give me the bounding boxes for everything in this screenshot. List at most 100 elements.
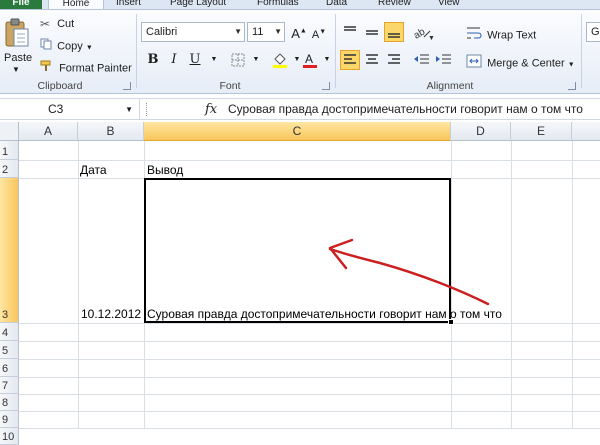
alignment-group-label: Alignment: [426, 80, 474, 92]
align-bottom-button[interactable]: [384, 22, 404, 42]
cell-c2[interactable]: Вывод: [147, 163, 183, 177]
decrease-indent-button[interactable]: [412, 50, 432, 70]
shrink-font-button[interactable]: A▼: [309, 22, 329, 42]
ribbon-tab-bar: File Home Insert Page Layout Formulas Da…: [0, 0, 600, 10]
tab-page-layout[interactable]: Page Layout: [170, 0, 226, 9]
align-center-button[interactable]: [362, 50, 382, 70]
formula-input[interactable]: Суровая правда достопримечательности гов…: [228, 99, 600, 120]
column-header-e[interactable]: E: [511, 122, 572, 141]
group-separator: [335, 14, 336, 88]
font-color-dropdown-icon[interactable]: ▼: [317, 50, 337, 70]
insert-function-icon[interactable]: fx: [205, 99, 217, 120]
merge-center-dropdown-icon[interactable]: ▼: [568, 61, 575, 68]
merge-cells-icon: [466, 54, 484, 73]
paintbrush-icon: [40, 60, 56, 77]
row-header-8[interactable]: 8: [0, 394, 19, 411]
font-name-select[interactable]: Calibri ▼: [141, 22, 245, 42]
formula-bar: C3 ▼ fx Суровая правда достопримечательн…: [0, 98, 600, 120]
cell-b2[interactable]: Дата: [80, 163, 107, 177]
name-box[interactable]: C3 ▼: [0, 99, 140, 120]
column-header-a[interactable]: A: [19, 122, 78, 141]
borders-button[interactable]: [228, 50, 248, 70]
borders-dropdown-icon[interactable]: ▼: [246, 50, 266, 70]
column-header-b[interactable]: B: [78, 122, 144, 141]
underline-dropdown-icon[interactable]: ▼: [204, 50, 224, 70]
font-size-select[interactable]: 11 ▼: [247, 22, 285, 42]
align-top-button[interactable]: [340, 22, 360, 42]
number-format-value: Ge: [591, 26, 600, 38]
alignment-dialog-launcher-icon[interactable]: [568, 82, 576, 90]
svg-text:A: A: [305, 52, 313, 66]
grid-line: [78, 141, 79, 429]
grid-line: [19, 359, 600, 360]
bold-button[interactable]: B: [143, 50, 163, 70]
row-header-5[interactable]: 5: [0, 341, 19, 359]
clipboard-group-label: Clipboard: [37, 80, 83, 92]
tab-data[interactable]: Data: [326, 0, 347, 9]
tab-insert[interactable]: Insert: [116, 0, 141, 9]
tab-home[interactable]: Home: [48, 0, 104, 9]
underline-button[interactable]: U: [185, 50, 205, 70]
font-dialog-launcher-icon[interactable]: [322, 82, 330, 90]
row-number: 8: [2, 397, 9, 409]
font-group-label: Font: [219, 80, 241, 92]
tab-view[interactable]: View: [438, 0, 460, 9]
row-number: 2: [2, 164, 9, 176]
name-box-value: C3: [48, 102, 64, 116]
cut-button[interactable]: ✂ Cut: [40, 16, 74, 32]
copy-icon: [40, 38, 54, 55]
wrap-text-button[interactable]: Wrap Text: [466, 26, 536, 45]
grid-line: [451, 141, 452, 429]
scissors-icon: ✂: [40, 17, 51, 32]
paste-button[interactable]: Paste ▼: [2, 18, 32, 76]
row-header-2[interactable]: 2: [0, 160, 19, 178]
tab-formulas[interactable]: Formulas: [257, 0, 299, 9]
select-all-corner[interactable]: [0, 122, 19, 141]
increase-indent-icon: [436, 54, 451, 64]
tab-review[interactable]: Review: [378, 0, 411, 9]
cut-label: Cut: [57, 18, 75, 30]
grid-line: [19, 394, 600, 395]
chevron-down-icon: ▼: [234, 27, 242, 36]
row-header-9[interactable]: 9: [0, 411, 19, 428]
row-header-10[interactable]: 10: [0, 428, 19, 445]
tab-file[interactable]: File: [0, 0, 42, 9]
svg-text:ab: ab: [412, 26, 427, 41]
row-header-4[interactable]: 4: [0, 323, 19, 341]
align-left-button[interactable]: [340, 50, 360, 70]
shrink-font-icon: A▼: [311, 28, 327, 41]
clipboard-dialog-launcher-icon[interactable]: [123, 82, 131, 90]
paint-bucket-icon: [273, 53, 287, 68]
formula-bar-grip[interactable]: [146, 103, 148, 116]
copy-dropdown-icon[interactable]: ▼: [86, 44, 93, 51]
chevron-down-icon: ▼: [274, 27, 282, 36]
row-header-6[interactable]: 6: [0, 359, 19, 377]
row-header-7[interactable]: 7: [0, 377, 19, 394]
merge-center-button[interactable]: Merge & Center ▼: [466, 54, 575, 73]
font-color-icon: A: [303, 52, 317, 68]
grow-font-icon: A▲: [291, 26, 307, 42]
row-header-3[interactable]: 3: [0, 178, 19, 323]
italic-button[interactable]: I: [164, 50, 184, 70]
increase-indent-button[interactable]: [434, 50, 454, 70]
copy-button[interactable]: Copy ▼: [40, 38, 93, 56]
row-header-1[interactable]: 1: [0, 141, 19, 160]
cell-b3[interactable]: 10.12.2012: [81, 307, 141, 321]
column-header-c[interactable]: C: [144, 122, 451, 141]
align-right-icon: [388, 54, 400, 64]
grow-font-button[interactable]: A▲: [289, 22, 309, 42]
column-header-d[interactable]: D: [451, 122, 511, 141]
text-orientation-icon: ab ▼: [412, 26, 435, 42]
decrease-indent-icon: [414, 54, 429, 64]
number-format-select[interactable]: Ge: [586, 22, 600, 42]
format-painter-button[interactable]: Format Painter: [40, 60, 132, 77]
paste-dropdown-icon[interactable]: ▼: [12, 62, 20, 78]
orientation-button[interactable]: ab ▼: [412, 22, 435, 42]
align-right-button[interactable]: [384, 50, 404, 70]
align-center-icon: [366, 54, 378, 64]
column-header-f[interactable]: [572, 122, 600, 141]
row-number: 5: [2, 345, 9, 357]
align-middle-button[interactable]: [362, 22, 382, 42]
fill-handle[interactable]: [448, 319, 454, 325]
row-number: 4: [2, 327, 9, 339]
